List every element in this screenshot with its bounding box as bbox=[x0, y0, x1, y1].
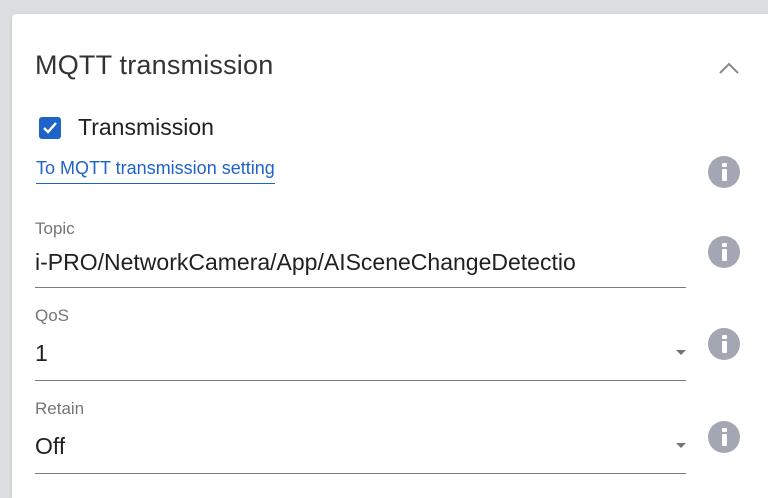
transmission-checkbox[interactable] bbox=[39, 116, 61, 139]
info-icon[interactable] bbox=[708, 328, 740, 360]
qos-label: QoS bbox=[35, 306, 70, 325]
caret-down-icon[interactable] bbox=[676, 350, 686, 355]
check-icon bbox=[43, 121, 57, 134]
topic-input[interactable]: i-PRO/NetworkCamera/App/AISceneChangeDet… bbox=[35, 249, 686, 276]
mqtt-transmission-panel: MQTT transmission Transmission To MQTT t… bbox=[12, 14, 768, 498]
caret-down-icon[interactable] bbox=[676, 443, 686, 448]
info-icon[interactable] bbox=[708, 236, 740, 268]
chevron-up-icon bbox=[719, 62, 739, 74]
info-icon[interactable] bbox=[708, 421, 740, 453]
topic-label: Topic bbox=[35, 219, 75, 238]
qos-field[interactable]: QoS 1 bbox=[35, 306, 686, 381]
panel-title: MQTT transmission bbox=[35, 50, 274, 80]
mqtt-setting-link[interactable]: To MQTT transmission setting bbox=[36, 158, 275, 184]
transmission-checkbox-row[interactable]: Transmission bbox=[39, 114, 214, 141]
topic-field[interactable]: Topic i-PRO/NetworkCamera/App/AISceneCha… bbox=[35, 219, 686, 288]
info-icon[interactable] bbox=[708, 156, 740, 188]
collapse-button[interactable] bbox=[712, 52, 746, 82]
transmission-label: Transmission bbox=[78, 114, 214, 140]
retain-field[interactable]: Retain Off bbox=[35, 399, 686, 474]
qos-select-value[interactable]: 1 bbox=[35, 340, 48, 367]
retain-select-value[interactable]: Off bbox=[35, 433, 65, 460]
retain-label: Retain bbox=[35, 399, 85, 418]
